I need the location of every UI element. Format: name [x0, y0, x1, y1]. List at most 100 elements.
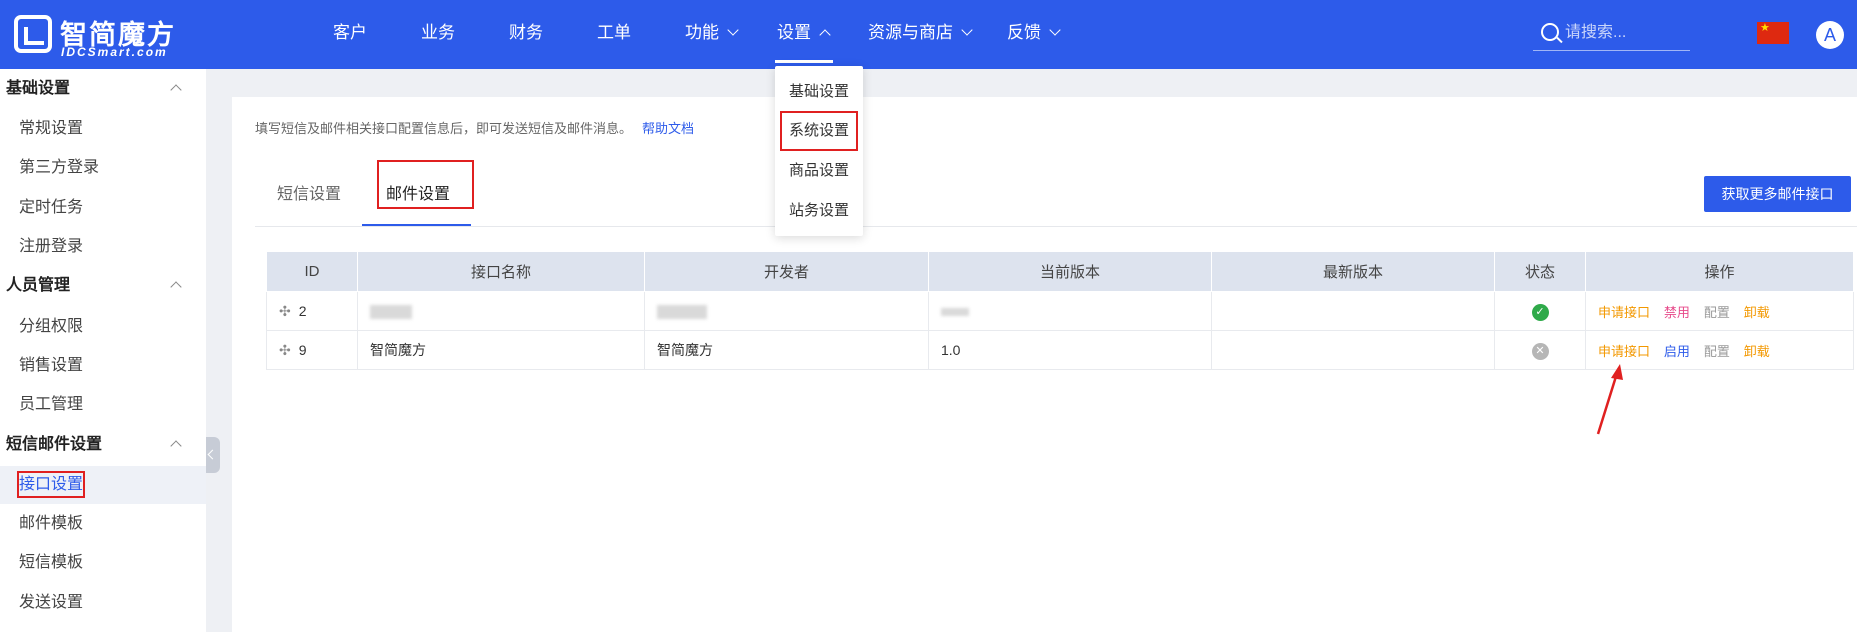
nav-label: 工单 [597, 23, 631, 42]
apply-interface-link[interactable]: 申请接口 [1598, 305, 1650, 320]
nav-tickets[interactable]: 工单 [597, 18, 631, 52]
nav-label: 资源与商店 [868, 23, 953, 42]
sidebar-collapse-handle[interactable] [206, 437, 220, 473]
sidebar-group-staff[interactable]: 人员管理 [6, 270, 200, 302]
chevron-up-icon [170, 281, 182, 293]
tab-divider [255, 226, 1857, 227]
search-box [1533, 18, 1690, 51]
hint-text: 填写短信及邮件相关接口配置信息后，即可发送短信及邮件消息。 [255, 121, 633, 136]
column-header: 接口名称 [357, 251, 645, 292]
sidebar-item-label: 定时任务 [19, 199, 84, 216]
nav-active-indicator [775, 60, 833, 63]
table-row: ✣ 2 ✓ 申请接口 禁用 配置 卸载 [266, 291, 1854, 331]
sidebar-item-cron[interactable]: 定时任务 [0, 189, 206, 227]
redacted-name [370, 305, 412, 320]
annotation-arrow-icon [1596, 364, 1623, 435]
column-header: 当前版本 [928, 251, 1212, 292]
sidebar-group-basic[interactable]: 基础设置 [6, 73, 200, 105]
nav-label: 业务 [421, 23, 455, 42]
sidebar-item-label: 邮件模板 [19, 515, 84, 532]
sidebar-item-label: 注册登录 [19, 238, 84, 255]
sidebar-item-send-settings[interactable]: 发送设置 [0, 584, 206, 622]
brand-domain: IDCSmart.com [61, 45, 168, 59]
nav-business[interactable]: 业务 [421, 18, 455, 52]
status-enabled-icon: ✓ [1531, 303, 1549, 321]
logo-icon [14, 15, 52, 53]
nav-label: 反馈 [1007, 23, 1041, 42]
search-input[interactable] [1565, 19, 1685, 47]
sidebar-item-sms-templates[interactable]: 短信模板 [0, 544, 206, 582]
highlight-box [780, 111, 858, 151]
tab-sms-settings[interactable]: 短信设置 [277, 180, 341, 204]
search-icon[interactable] [1541, 23, 1559, 41]
chevron-down-icon [1049, 24, 1061, 36]
chevron-up-icon [170, 84, 182, 96]
highlight-box [377, 160, 474, 209]
top-navigation-bar: 智简魔方 IDCSmart.com 客户 业务 财务 工单 功能 设置 资源与商… [0, 0, 1857, 69]
redacted-developer [657, 305, 707, 320]
column-header: ID [266, 251, 358, 292]
cell-id: 2 [298, 302, 307, 319]
sidebar-group-label: 人员管理 [6, 277, 71, 294]
sidebar-item-label: 第三方登录 [19, 159, 100, 176]
disable-link[interactable]: 禁用 [1664, 305, 1690, 320]
sidebar-item-general[interactable]: 常规设置 [0, 110, 206, 148]
sidebar-item-group-permissions[interactable]: 分组权限 [0, 308, 206, 346]
nav-finance[interactable]: 财务 [509, 18, 543, 52]
dropdown-item-site-settings[interactable]: 站务设置 [775, 195, 863, 227]
column-header: 最新版本 [1211, 251, 1495, 292]
chevron-down-icon [961, 24, 973, 36]
chevron-up-icon [170, 440, 182, 452]
get-more-email-interfaces-button[interactable]: 获取更多邮件接口 [1704, 176, 1851, 212]
sidebar-item-third-party-login[interactable]: 第三方登录 [0, 149, 206, 187]
nav-feedback[interactable]: 反馈 [1007, 18, 1061, 52]
configure-link[interactable]: 配置 [1704, 305, 1730, 320]
sidebar-item-employees[interactable]: 员工管理 [0, 386, 206, 424]
sidebar-item-register-login[interactable]: 注册登录 [0, 228, 206, 266]
sidebar-item-email-templates[interactable]: 邮件模板 [0, 505, 206, 543]
dropdown-item-product-settings[interactable]: 商品设置 [775, 155, 863, 187]
sidebar-item-sales[interactable]: 销售设置 [0, 347, 206, 385]
interface-table: ID 接口名称 开发者 当前版本 最新版本 状态 操作 ✣ 2 ✓ 申请接口 禁用… [266, 251, 1854, 370]
settings-dropdown-menu: 基础设置 系统设置 商品设置 站务设置 [775, 66, 863, 236]
dropdown-item-basic-settings[interactable]: 基础设置 [775, 76, 863, 108]
drag-handle-icon[interactable]: ✣ [279, 303, 291, 320]
sidebar-item-label: 分组权限 [19, 318, 84, 335]
sidebar-group-label: 短信邮件设置 [6, 436, 103, 453]
column-header: 状态 [1494, 251, 1586, 292]
sidebar-group-sms-email[interactable]: 短信邮件设置 [6, 429, 200, 461]
avatar[interactable]: A [1816, 21, 1844, 49]
sidebar-item-label: 常规设置 [19, 120, 84, 137]
cell-name: 智简魔方 [370, 342, 426, 358]
nav-settings[interactable]: 设置 [777, 18, 831, 52]
nav-customers[interactable]: 客户 [333, 18, 367, 52]
help-doc-link[interactable]: 帮助文档 [642, 121, 694, 136]
redacted-version [941, 308, 969, 317]
table-header-row: ID 接口名称 开发者 当前版本 最新版本 状态 操作 [266, 251, 1854, 292]
uninstall-link[interactable]: 卸载 [1744, 305, 1770, 320]
china-flag-icon[interactable] [1757, 21, 1789, 44]
nav-features[interactable]: 功能 [685, 18, 739, 52]
cell-id: 9 [298, 341, 307, 358]
brand-logo[interactable]: 智简魔方 IDCSmart.com [14, 13, 194, 59]
sidebar-item-label: 发送设置 [19, 594, 84, 611]
apply-interface-link[interactable]: 申请接口 [1598, 344, 1650, 359]
column-header: 操作 [1585, 251, 1854, 292]
column-header: 开发者 [644, 251, 929, 292]
sidebar-item-label: 销售设置 [19, 357, 84, 374]
drag-handle-icon[interactable]: ✣ [279, 342, 291, 359]
nav-resources-store[interactable]: 资源与商店 [868, 18, 973, 52]
chevron-down-icon [727, 24, 739, 36]
uninstall-link[interactable]: 卸载 [1744, 344, 1770, 359]
sidebar-item-interface-settings[interactable]: 接口设置 [0, 466, 206, 504]
nav-label: 财务 [509, 23, 543, 42]
nav-label: 设置 [777, 23, 811, 42]
status-disabled-icon: ✕ [1531, 342, 1549, 360]
configure-link[interactable]: 配置 [1704, 344, 1730, 359]
sidebar-item-label: 员工管理 [19, 396, 84, 413]
nav-label: 功能 [685, 23, 719, 42]
sidebar: 基础设置 常规设置 第三方登录 定时任务 注册登录 人员管理 分组权限 销售设置… [0, 69, 206, 632]
cell-developer: 智简魔方 [657, 342, 713, 358]
enable-link[interactable]: 启用 [1664, 344, 1690, 359]
sidebar-item-label: 接口设置 [16, 471, 86, 498]
